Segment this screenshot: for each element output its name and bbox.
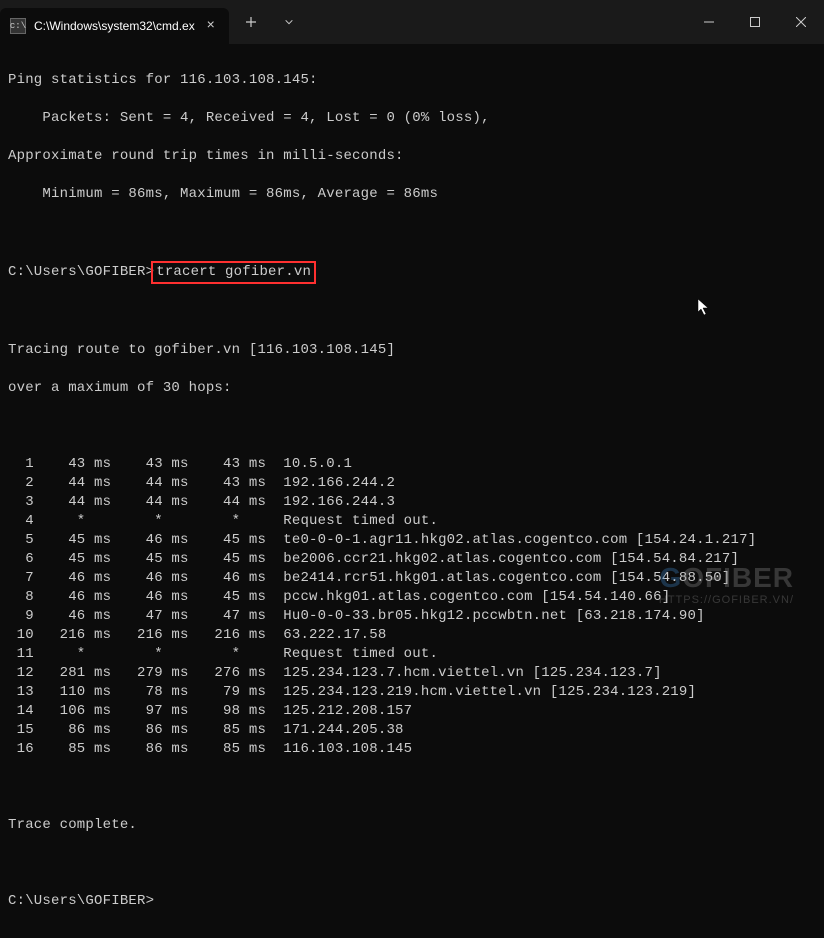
close-window-button[interactable] <box>778 0 824 44</box>
output-line: Ping statistics for 116.103.108.145: <box>8 71 816 90</box>
hop-line: 16 85 ms 86 ms 85 ms 116.103.108.145 <box>8 740 816 759</box>
hop-line: 2 44 ms 44 ms 43 ms 192.166.244.2 <box>8 474 816 493</box>
output-line: Tracing route to gofiber.vn [116.103.108… <box>8 341 816 360</box>
hop-line: 4 * * * Request timed out. <box>8 512 816 531</box>
output-line: Packets: Sent = 4, Received = 4, Lost = … <box>8 109 816 128</box>
output-line <box>8 778 816 797</box>
hop-line: 5 45 ms 46 ms 45 ms te0-0-0-1.agr11.hkg0… <box>8 531 816 550</box>
output-line: Minimum = 86ms, Maximum = 86ms, Average … <box>8 185 816 204</box>
tab-active[interactable]: c:\ C:\Windows\system32\cmd.ex × <box>0 8 229 44</box>
hop-line: 10 216 ms 216 ms 216 ms 63.222.17.58 <box>8 626 816 645</box>
cmd-icon: c:\ <box>10 18 26 34</box>
output-line <box>8 417 816 436</box>
tab-title: C:\Windows\system32\cmd.ex <box>34 19 195 33</box>
window-titlebar: c:\ C:\Windows\system32\cmd.ex × <box>0 0 824 44</box>
new-tab-button[interactable] <box>235 6 267 38</box>
tab-dropdown-button[interactable] <box>273 6 305 38</box>
hop-line: 12 281 ms 279 ms 276 ms 125.234.123.7.hc… <box>8 664 816 683</box>
hop-line: 3 44 ms 44 ms 44 ms 192.166.244.3 <box>8 493 816 512</box>
hop-line: 11 * * * Request timed out. <box>8 645 816 664</box>
hop-line: 9 46 ms 47 ms 47 ms Hu0-0-0-33.br05.hkg1… <box>8 607 816 626</box>
prompt-path: C:\Users\GOFIBER> <box>8 264 154 280</box>
close-tab-icon[interactable]: × <box>203 18 219 34</box>
output-line: Trace complete. <box>8 816 816 835</box>
hop-line: 15 86 ms 86 ms 85 ms 171.244.205.38 <box>8 721 816 740</box>
output-line: Approximate round trip times in milli-se… <box>8 147 816 166</box>
hop-line: 7 46 ms 46 ms 46 ms be2414.rcr51.hkg01.a… <box>8 569 816 588</box>
hop-line: 13 110 ms 78 ms 79 ms 125.234.123.219.hc… <box>8 683 816 702</box>
prompt-line: C:\Users\GOFIBER> <box>8 892 816 911</box>
output-line <box>8 854 816 873</box>
output-line <box>8 303 816 322</box>
hop-line: 6 45 ms 45 ms 45 ms be2006.ccr21.hkg02.a… <box>8 550 816 569</box>
output-line: over a maximum of 30 hops: <box>8 379 816 398</box>
hop-line: 1 43 ms 43 ms 43 ms 10.5.0.1 <box>8 455 816 474</box>
hop-line: 8 46 ms 46 ms 45 ms pccw.hkg01.atlas.cog… <box>8 588 816 607</box>
terminal-output[interactable]: Ping statistics for 116.103.108.145: Pac… <box>0 44 824 938</box>
maximize-button[interactable] <box>732 0 778 44</box>
minimize-button[interactable] <box>686 0 732 44</box>
prompt-line: C:\Users\GOFIBER>tracert gofiber.vn <box>8 261 816 284</box>
hop-line: 14 106 ms 97 ms 98 ms 125.212.208.157 <box>8 702 816 721</box>
output-line <box>8 223 816 242</box>
highlighted-command: tracert gofiber.vn <box>151 261 316 284</box>
